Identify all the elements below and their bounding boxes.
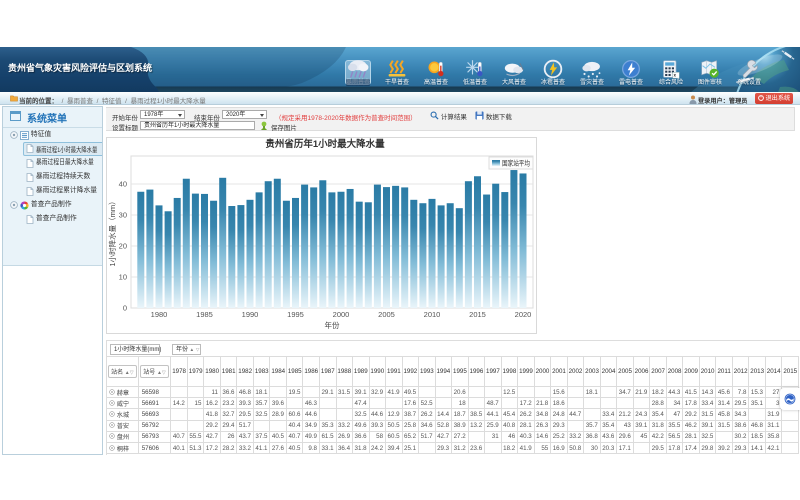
svg-text:40: 40 [119,180,127,189]
svg-text:国家站平均: 国家站平均 [502,159,530,168]
svg-text:1995: 1995 [287,310,304,319]
svg-text:2015: 2015 [469,310,486,319]
svg-text:1985: 1985 [196,310,213,319]
svg-text:1990: 1990 [242,310,259,319]
svg-text:2000: 2000 [333,310,350,319]
svg-text:1小时降水量（mm）: 1小时降水量（mm） [107,197,117,266]
svg-text:0: 0 [123,304,127,313]
svg-text:10: 10 [119,273,127,282]
svg-text:贵州省历年1小时最大降水量: 贵州省历年1小时最大降水量 [265,138,385,150]
svg-text:20: 20 [119,242,127,251]
svg-text:2005: 2005 [378,310,395,319]
svg-text:年份: 年份 [325,320,340,330]
svg-text:1980: 1980 [151,310,168,319]
svg-text:30: 30 [119,211,127,220]
svg-text:2020: 2020 [515,310,532,319]
svg-text:2010: 2010 [424,310,441,319]
